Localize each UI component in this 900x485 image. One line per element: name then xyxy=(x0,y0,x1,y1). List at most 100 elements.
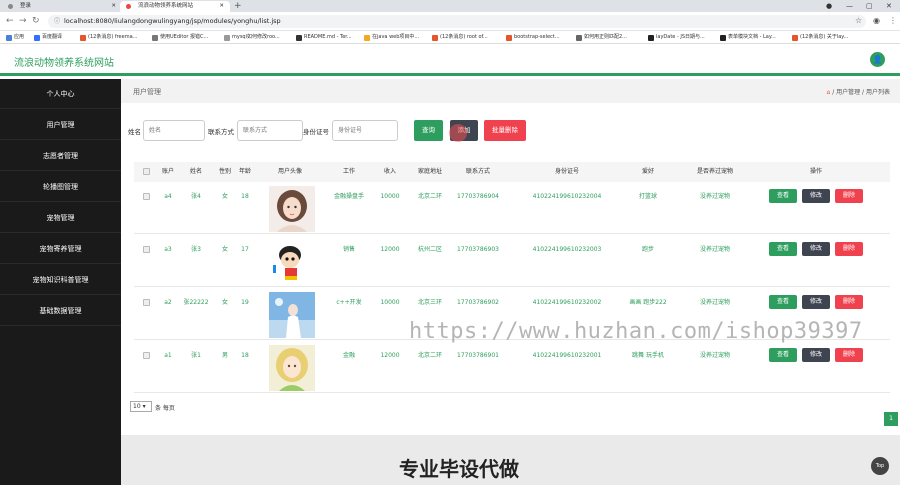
main-content: 用户管理 ⌂ / 用户管理 / 用户列表 姓名 联系方式 身份证号 查询 添加 … xyxy=(121,79,900,485)
new-tab-icon[interactable]: + xyxy=(234,0,242,12)
edit-button[interactable]: 修改 xyxy=(802,189,830,203)
bookmark-label: (12条消息) 关于lay... xyxy=(800,34,849,40)
tab-app[interactable]: 流浪动物领养系统网站 ✕ xyxy=(120,1,230,12)
bookmark-item[interactable]: layDate - JS日期与... xyxy=(648,31,705,44)
view-button[interactable]: 查看 xyxy=(769,242,797,256)
bookmark-item[interactable]: 表单模块文档 - Lay... xyxy=(720,31,776,44)
bookmark-favicon-icon xyxy=(152,35,158,41)
row-checkbox[interactable] xyxy=(143,352,150,359)
phone-input[interactable] xyxy=(237,120,303,141)
search-button[interactable]: 查询 xyxy=(414,120,443,141)
bookmark-label: layDate - JS日期与... xyxy=(656,34,705,40)
user-icon[interactable]: 👤 xyxy=(870,52,885,67)
reload-icon[interactable]: ↻ xyxy=(32,16,40,26)
bookmark-item[interactable]: 在java web项目中... xyxy=(364,31,419,44)
sidebar-item-pet-knowledge[interactable]: 宠物知识科普管理 xyxy=(0,265,121,295)
sidebar-item-users[interactable]: 用户管理 xyxy=(0,110,121,140)
bookmark-item[interactable]: 如何用正则匹配2... xyxy=(576,31,627,44)
bookmark-item[interactable]: 百度翻译 xyxy=(34,31,62,44)
breadcrumb-item[interactable]: 用户管理 xyxy=(836,89,860,96)
bookmark-label: bootstrap-select... xyxy=(514,34,560,40)
more-menu-icon[interactable]: ⋮ xyxy=(889,16,897,25)
globe-icon xyxy=(8,4,13,9)
bookmark-item[interactable]: 应用 xyxy=(6,31,24,44)
bookmark-item[interactable]: bootstrap-select... xyxy=(506,31,560,44)
col-header: 用户头像 xyxy=(270,162,310,182)
name-input[interactable] xyxy=(143,120,205,141)
delete-button[interactable]: 删除 xyxy=(835,295,863,309)
app-favicon-icon xyxy=(126,4,131,9)
minimize-icon[interactable]: — xyxy=(846,0,853,12)
sidebar-item-carousel[interactable]: 轮播图管理 xyxy=(0,172,121,202)
cell-age: 19 xyxy=(241,299,249,306)
sidebar-item-profile[interactable]: 个人中心 xyxy=(0,79,121,109)
window-menu-icon[interactable]: ● xyxy=(826,0,832,12)
bookmark-favicon-icon xyxy=(792,35,798,41)
close-icon[interactable]: ✕ xyxy=(111,1,116,12)
cell-idcard: 410224199610232002 xyxy=(532,299,602,306)
batch-delete-button[interactable]: 批量删除 xyxy=(484,120,526,141)
bookmarks-bar: 应用 百度翻译 (12条消息) freema... 使用UEditor 报错C.… xyxy=(0,31,900,44)
bookmark-item[interactable]: (12条消息) 关于lay... xyxy=(792,31,848,44)
page-size-value: 10 xyxy=(133,403,141,410)
col-header: 家庭地址 xyxy=(410,162,450,182)
table-row: a1 张1 男 18 金融 12000 北京二环 17703786901 410… xyxy=(134,341,890,393)
tab-login[interactable]: 登录 ✕ xyxy=(2,1,122,12)
browser-tab-bar: 登录 ✕ 流浪动物领养系统网站 ✕ + ● — ▢ ✕ xyxy=(0,0,900,12)
app-header: 流浪动物领养系统网站 👤 xyxy=(0,44,900,76)
id-input[interactable] xyxy=(332,120,398,141)
sidebar-item-pet-boarding[interactable]: 宠物寄养管理 xyxy=(0,234,121,264)
bookmark-label: 应用 xyxy=(14,34,25,40)
sidebar-item-base-data[interactable]: 基础数据管理 xyxy=(0,296,121,326)
bookmark-label: (12条消息) root of... xyxy=(440,34,488,40)
page-size-select[interactable]: 10 ▾ xyxy=(130,401,152,412)
delete-button[interactable]: 删除 xyxy=(835,189,863,203)
bookmark-label: 百度翻译 xyxy=(42,34,63,40)
delete-button[interactable]: 删除 xyxy=(835,348,863,362)
delete-button[interactable]: 删除 xyxy=(835,242,863,256)
col-header: 工作 xyxy=(335,162,363,182)
col-header: 联系方式 xyxy=(456,162,500,182)
view-button[interactable]: 查看 xyxy=(769,189,797,203)
view-button[interactable]: 查看 xyxy=(769,295,797,309)
profile-icon[interactable]: ◉ xyxy=(873,16,880,25)
breadcrumb-bar: 用户管理 ⌂ / 用户管理 / 用户列表 xyxy=(121,79,900,103)
cell-income: 12000 xyxy=(380,246,400,253)
close-window-icon[interactable]: ✕ xyxy=(886,0,892,12)
page-number-button[interactable]: 1 xyxy=(884,412,898,426)
back-to-top-button[interactable]: Top xyxy=(871,457,889,475)
row-checkbox[interactable] xyxy=(143,299,150,306)
select-all-checkbox[interactable] xyxy=(143,168,150,175)
row-checkbox[interactable] xyxy=(143,193,150,200)
edit-button[interactable]: 修改 xyxy=(802,295,830,309)
row-checkbox[interactable] xyxy=(143,246,150,253)
edit-button[interactable]: 修改 xyxy=(802,348,830,362)
breadcrumb-item: 用户列表 xyxy=(865,89,890,96)
forward-icon[interactable]: → xyxy=(19,16,27,26)
bookmark-label: mysql如何修改roo... xyxy=(232,34,280,40)
home-icon[interactable]: ⌂ xyxy=(826,89,830,96)
cell-gender: 女 xyxy=(221,246,228,253)
edit-button[interactable]: 修改 xyxy=(802,242,830,256)
star-icon[interactable]: ☆ xyxy=(855,16,862,25)
cell-phone: 17703786903 xyxy=(457,246,499,253)
bookmark-item[interactable]: README.md - Ter... xyxy=(296,31,352,44)
cell-name: 张22222 xyxy=(183,299,209,306)
user-avatar-image xyxy=(269,186,315,232)
bookmark-favicon-icon xyxy=(506,35,512,41)
maximize-icon[interactable]: ▢ xyxy=(866,0,873,12)
bookmark-favicon-icon xyxy=(576,35,582,41)
bookmark-item[interactable]: (12条消息) root of... xyxy=(432,31,488,44)
bookmark-item[interactable]: mysql如何修改roo... xyxy=(224,31,280,44)
cell-name: 张3 xyxy=(191,246,201,253)
url-input[interactable]: ⓘ localhost:8080/liulangdongwulingyang/j… xyxy=(48,15,866,28)
sidebar-item-pets[interactable]: 宠物管理 xyxy=(0,203,121,233)
user-avatar-image xyxy=(269,345,315,391)
back-icon[interactable]: ← xyxy=(6,16,14,26)
bookmark-item[interactable]: (12条消息) freema... xyxy=(80,31,137,44)
cell-job: 金融 xyxy=(342,352,355,359)
bookmark-item[interactable]: 使用UEditor 报错C... xyxy=(152,31,208,44)
view-button[interactable]: 查看 xyxy=(769,348,797,362)
sidebar-item-volunteers[interactable]: 志愿者管理 xyxy=(0,141,121,171)
close-icon[interactable]: ✕ xyxy=(219,1,224,12)
